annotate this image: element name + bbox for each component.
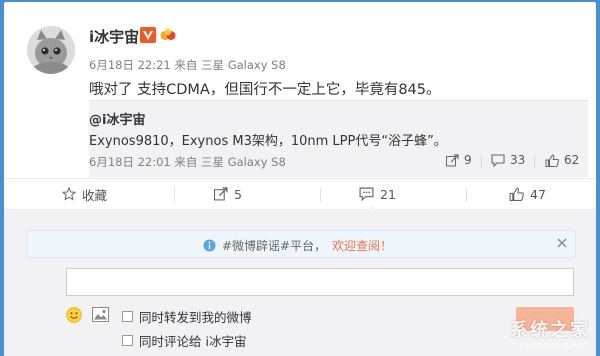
- comment-count: 21: [380, 186, 396, 202]
- watermark: 系统之家 XITONGZHIJIA.NET: [510, 316, 590, 350]
- share-count: 5: [234, 186, 242, 202]
- watermark-url: XITONGZHIJIA.NET: [509, 342, 590, 350]
- quoted-share-count: 9: [464, 153, 472, 167]
- share-icon: [446, 153, 459, 166]
- quoted-post: @i冰宇宙 Exynos9810，Exynos M3架构，10nm LPP代号“…: [89, 100, 588, 177]
- divider: [174, 188, 175, 202]
- comment-to-option-label: 同时评论给 i冰宇宙: [139, 334, 247, 349]
- comment-to-option[interactable]: 同时评论给 i冰宇宙: [122, 331, 246, 350]
- action-bar: 收藏 5 21 47: [4, 178, 596, 210]
- image-icon[interactable]: [92, 307, 109, 322]
- username-link[interactable]: i冰宇宙: [89, 26, 139, 47]
- like-count: 47: [530, 186, 546, 202]
- watermark-text: 系统之家: [510, 320, 590, 341]
- share-icon: [214, 187, 228, 201]
- divider: [534, 156, 535, 168]
- favorite-button[interactable]: 收藏: [62, 179, 107, 209]
- star-icon: [62, 187, 76, 201]
- repost-option-label: 同时转发到我的微博: [139, 310, 252, 325]
- comment-input[interactable]: [66, 268, 574, 296]
- notice-link[interactable]: 欢迎查阅！: [332, 237, 392, 254]
- rumor-notice: #微博辟谣#平台， 欢迎查阅！: [26, 230, 576, 258]
- quoted-like-count: 62: [564, 153, 580, 167]
- comment-icon: [491, 153, 505, 167]
- divider: [466, 188, 467, 202]
- post-text: 哦对了 支持CDMA，但国行不一定上它，毕竟有845。: [89, 82, 441, 98]
- member-badge-icon[interactable]: [160, 28, 176, 43]
- quoted-share-button[interactable]: 9: [446, 153, 472, 167]
- weibo-post-card: i冰宇宙 6月18日 22:21 来自 三星 Galaxy S8 哦对了 支持C…: [4, 2, 596, 356]
- close-icon[interactable]: [556, 237, 568, 249]
- verified-v-icon[interactable]: [140, 27, 156, 43]
- info-icon: [203, 239, 216, 252]
- thumbs-up-icon: [509, 187, 524, 201]
- quoted-comment-count: 33: [510, 153, 526, 167]
- quoted-text: Exynos9810，Exynos M3架构，10nm LPP代号“浴子蜂”。: [89, 134, 447, 149]
- comment-area: #微博辟谣#平台， 欢迎查阅！ 同时转发到我的微博 同时评论给 i冰宇宙: [4, 210, 596, 356]
- post-meta: 6月18日 22:21 来自 三星 Galaxy S8: [89, 58, 286, 72]
- notice-content: #微博辟谣#平台， 欢迎查阅！: [203, 237, 392, 254]
- quoted-like-button[interactable]: 62: [545, 153, 579, 167]
- avatar[interactable]: [27, 26, 75, 74]
- share-button[interactable]: 5: [214, 179, 242, 209]
- repost-checkbox[interactable]: [122, 311, 133, 322]
- comment-to-checkbox[interactable]: [122, 335, 133, 346]
- quoted-meta: 6月18日 22:01 来自 三星 Galaxy S8: [89, 155, 286, 169]
- notice-topic[interactable]: #微博辟谣#平台，: [222, 237, 326, 254]
- quoted-username-link[interactable]: @i冰宇宙: [89, 109, 145, 128]
- quoted-comment-button[interactable]: 33: [491, 153, 525, 167]
- thumbs-up-icon: [545, 153, 559, 167]
- repost-option[interactable]: 同时转发到我的微博: [122, 307, 252, 326]
- like-button[interactable]: 47: [509, 179, 546, 209]
- comment-icon: [359, 187, 374, 201]
- comment-button[interactable]: 21: [359, 179, 396, 209]
- cat-avatar-icon: [27, 26, 75, 74]
- divider: [320, 188, 321, 202]
- divider: [481, 156, 482, 168]
- emoji-icon[interactable]: [66, 307, 82, 323]
- favorite-label: 收藏: [82, 187, 108, 203]
